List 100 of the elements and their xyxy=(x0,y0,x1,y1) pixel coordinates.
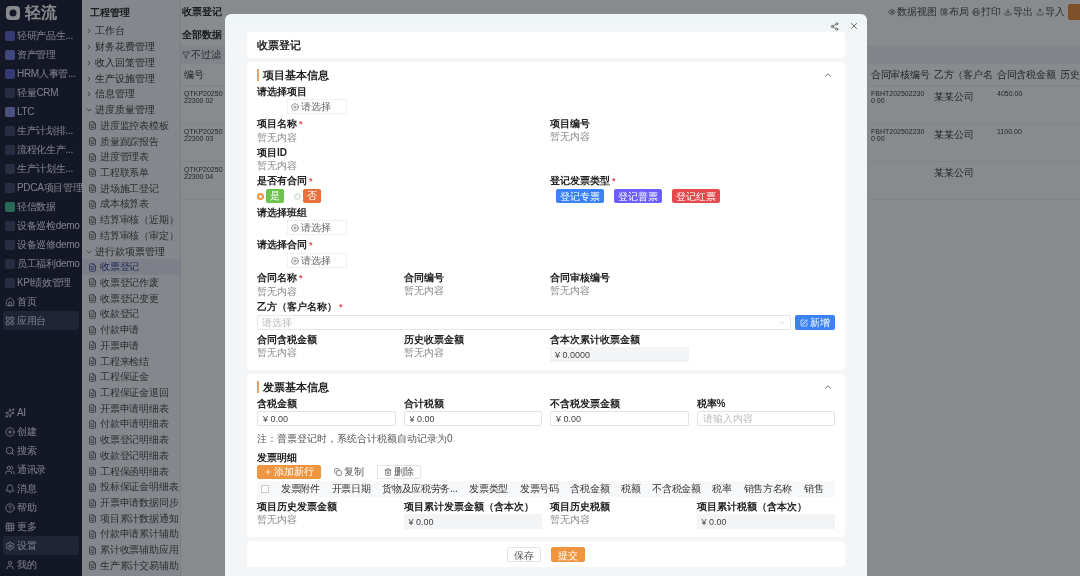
nav-item[interactable]: 流程化生产... xyxy=(3,140,79,159)
menu-item[interactable]: 质量跟踪报告 xyxy=(82,133,180,150)
nav-item[interactable]: LTC xyxy=(3,102,79,121)
filter-button[interactable]: 不过滤 xyxy=(182,48,221,62)
menu-item[interactable]: 付款申请明细表 xyxy=(82,416,180,433)
field-label: 项目累计发票金额（含本次） xyxy=(403,501,535,512)
radio-option[interactable]: 是 xyxy=(257,189,284,203)
nav-item[interactable]: 更多 xyxy=(3,517,79,536)
nav-item[interactable]: 搜索 xyxy=(3,441,79,460)
menu-item[interactable]: 工程联系单 xyxy=(82,165,180,181)
nav-item[interactable]: 设备巡检demo xyxy=(3,216,79,235)
menu-item[interactable]: 收票登记 xyxy=(82,259,180,276)
nav-item[interactable]: KPI绩效管理 xyxy=(3,273,79,292)
radio-option[interactable]: 否 xyxy=(294,189,321,203)
menu-item[interactable]: 进度管理表 xyxy=(82,149,180,166)
select-button[interactable]: 请选择 xyxy=(287,220,347,235)
table-cell-text: 某某公司 xyxy=(934,166,975,180)
field-label: 项目编号 xyxy=(550,118,591,129)
toolbar-button[interactable]: 导出 xyxy=(1004,5,1033,19)
nav-item[interactable]: 生产计划生... xyxy=(3,159,79,178)
menu-item[interactable]: 收票登记作废 xyxy=(82,275,180,291)
toolbar-button[interactable]: 打印 xyxy=(972,5,1001,19)
invoice-type-button[interactable]: 登记普票 xyxy=(614,189,662,203)
menu-item[interactable]: 成本核算表 xyxy=(82,196,180,213)
menu-item[interactable]: 开票申请数据同步 xyxy=(82,495,180,511)
radio-button[interactable] xyxy=(257,192,264,200)
nav-item[interactable]: 创建 xyxy=(3,422,79,441)
menu-group[interactable]: 财务花费管理 xyxy=(82,39,180,56)
input-field[interactable]: ¥ 0.00 xyxy=(403,411,542,426)
field-label: 发票明细 xyxy=(257,452,298,463)
menu-item[interactable]: 项目累计数据通知 xyxy=(82,510,180,527)
nav-item[interactable]: 我的 xyxy=(3,555,79,574)
menu-item[interactable]: 结算审核（审定） xyxy=(82,227,180,244)
nav-item[interactable]: 生产计划排... xyxy=(3,121,79,140)
nav-item[interactable]: 轻量CRM xyxy=(3,83,79,102)
menu-item[interactable]: 进度监控表模板 xyxy=(82,117,180,134)
menu-item[interactable]: 累计收票辅助应用 xyxy=(82,542,180,559)
nav-item[interactable]: 员工福利demo xyxy=(3,254,79,273)
page-title: 收票登记 xyxy=(182,5,222,19)
menu-item[interactable]: 收款登记 xyxy=(82,306,180,323)
nav-item[interactable]: 消息 xyxy=(3,479,79,498)
menu-item[interactable]: 收款登记明细表 xyxy=(82,448,180,464)
nav-item[interactable]: 帮助 xyxy=(3,498,79,517)
footer-button[interactable]: 保存 xyxy=(507,546,541,562)
menu-item[interactable]: 工程保证金退回 xyxy=(82,385,180,401)
toolbar-button[interactable]: 导入 xyxy=(1036,5,1065,19)
plus-circle-icon xyxy=(291,256,299,265)
plus-circle-icon xyxy=(291,102,299,111)
menu-item[interactable]: 付款申请 xyxy=(82,322,180,338)
invoice-type-button[interactable]: 登记红票 xyxy=(672,189,720,203)
menu-item[interactable]: 进场施工登记 xyxy=(82,180,180,197)
menu-item[interactable]: 开票申请明细表 xyxy=(82,400,180,417)
select-button[interactable]: 请选择 xyxy=(287,253,347,268)
menu-item[interactable]: 收票登记明细表 xyxy=(82,432,180,449)
toolbar-button[interactable]: 布局 xyxy=(940,5,969,19)
document-icon xyxy=(88,467,97,477)
menu-item[interactable]: 工程保证金 xyxy=(82,369,180,386)
menu-item[interactable]: 开票申请 xyxy=(82,338,180,354)
menu-item[interactable]: 收票登记变更 xyxy=(82,290,180,307)
checkbox[interactable] xyxy=(261,485,269,493)
nav-item[interactable]: 资产管理 xyxy=(3,45,79,64)
table-action-button[interactable]: 删除 xyxy=(377,465,421,479)
menu-item[interactable]: 付款申请累计辅助 xyxy=(82,526,180,543)
input-field[interactable]: 请输入内容 xyxy=(696,411,835,426)
plus-circle-icon xyxy=(5,426,15,437)
nav-item[interactable]: HRM人事管... xyxy=(3,64,79,83)
menu-group[interactable]: 工作台 xyxy=(82,23,180,40)
app-icon xyxy=(5,182,15,193)
menu-item[interactable]: 投标保证金明细表 xyxy=(82,479,180,496)
menu-group[interactable]: 生产设施管理 xyxy=(82,70,180,87)
nav-item[interactable]: 设备巡修demo xyxy=(3,235,79,254)
nav-item[interactable]: 首页 xyxy=(3,292,79,311)
menu-item[interactable]: 工程保函明细表 xyxy=(82,463,180,480)
nav-item[interactable]: 设置 xyxy=(3,536,79,555)
footer-button[interactable]: 提交 xyxy=(551,546,585,562)
toolbar-button[interactable]: 数据视图 xyxy=(888,5,937,19)
nav-item[interactable]: 轻信数据 xyxy=(3,197,79,216)
nav-item[interactable]: AI xyxy=(3,403,79,422)
nav-item[interactable]: 轻研产品生... xyxy=(3,26,79,45)
search-icon xyxy=(5,445,15,456)
menu-group[interactable]: 进行款项票管理 xyxy=(82,243,180,260)
input-field[interactable]: ¥ 0.00 xyxy=(550,411,689,426)
plus-circle-icon xyxy=(291,223,299,232)
document-icon xyxy=(88,121,97,131)
menu-item[interactable]: 工程来检结 xyxy=(82,353,180,370)
nav-item[interactable]: 通讯录 xyxy=(3,460,79,479)
nav-item[interactable]: 应用台 xyxy=(3,311,79,330)
menu-item[interactable]: 生产累计交易辅助 xyxy=(82,558,180,574)
invoice-type-button[interactable]: 登记专票 xyxy=(556,189,604,203)
share-button[interactable] xyxy=(827,19,841,33)
menu-group[interactable]: 进度质量管理 xyxy=(82,102,180,118)
document-icon xyxy=(88,184,97,194)
input-field[interactable]: ¥ 0.00 xyxy=(257,411,396,426)
add-button[interactable]: 新增 xyxy=(795,315,835,330)
sparkle-icon xyxy=(5,407,15,418)
menu-group[interactable]: 收入回笼管理 xyxy=(82,55,180,71)
table-action-button[interactable]: 添加新行 xyxy=(257,465,321,479)
menu-item[interactable]: 结算审核（近期） xyxy=(82,212,180,228)
select-button[interactable]: 请选择 xyxy=(287,99,347,114)
menu-group[interactable]: 信息管理 xyxy=(82,86,180,103)
